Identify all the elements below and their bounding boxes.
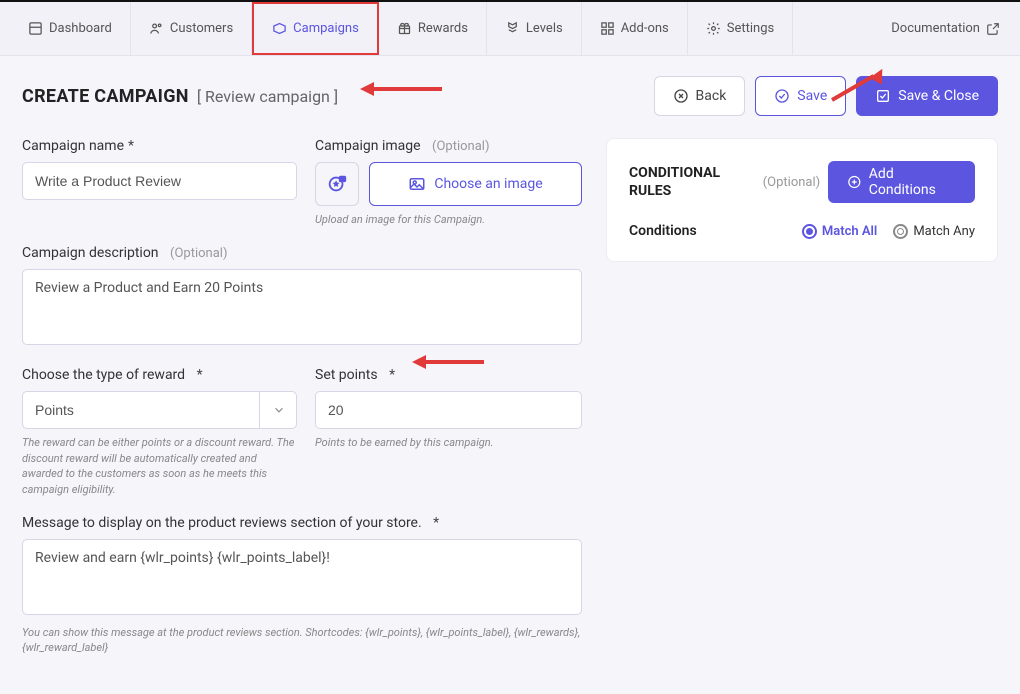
settings-icon — [706, 21, 721, 36]
nav-label: Campaigns — [293, 21, 359, 36]
customers-icon — [149, 21, 164, 36]
addons-icon — [600, 21, 615, 36]
match-all-radio[interactable]: Match All — [802, 224, 877, 239]
nav-label: Settings — [727, 21, 774, 36]
message-label: Message to display on the product review… — [22, 515, 582, 531]
add-conditions-label: Add Conditions — [869, 166, 956, 198]
campaigns-icon — [272, 21, 287, 36]
rewards-icon — [397, 21, 412, 36]
conditions-title: CONDITIONAL RULES — [629, 164, 755, 200]
external-link-icon — [986, 22, 1000, 36]
match-all-label: Match All — [822, 224, 877, 239]
match-any-label: Match Any — [913, 224, 975, 239]
check-circle-icon — [774, 88, 790, 104]
nav-addons[interactable]: Add-ons — [582, 2, 688, 55]
nav-campaigns[interactable]: Campaigns — [252, 2, 379, 55]
add-conditions-button[interactable]: Add Conditions — [828, 161, 975, 203]
conditions-optional: (Optional) — [763, 175, 820, 190]
nav-label: Levels — [526, 21, 563, 36]
reward-type-label: Choose the type of reward * — [22, 367, 297, 383]
points-label: Set points * — [315, 367, 582, 383]
nav-customers[interactable]: Customers — [131, 2, 252, 55]
campaign-name-input[interactable] — [22, 162, 297, 200]
nav-dashboard[interactable]: Dashboard — [10, 2, 131, 55]
points-hint: Points to be earned by this campaign. — [315, 435, 582, 450]
star-badge-icon — [326, 173, 348, 195]
conditions-label: Conditions — [629, 223, 697, 239]
nav-doc-label: Documentation — [891, 21, 980, 36]
nav-levels[interactable]: Levels — [487, 2, 582, 55]
choose-image-label: Choose an image — [434, 176, 542, 192]
campaign-desc-input[interactable]: Review a Product and Earn 20 Points — [22, 269, 582, 345]
nav-label: Add-ons — [621, 21, 669, 36]
reward-type-hint: The reward can be either points or a dis… — [22, 435, 297, 497]
reward-type-select[interactable] — [22, 391, 297, 429]
top-nav: Dashboard Customers Campaigns Rewards Le… — [0, 0, 1020, 56]
nav-settings[interactable]: Settings — [688, 2, 793, 55]
image-icon — [408, 175, 426, 193]
save-close-label: Save & Close — [898, 88, 979, 104]
image-label: Campaign image (Optional) — [315, 138, 582, 154]
levels-icon — [505, 21, 520, 36]
nav-label: Dashboard — [49, 21, 112, 36]
plus-circle-icon — [847, 174, 862, 190]
nav-rewards[interactable]: Rewards — [379, 2, 487, 55]
image-thumb — [315, 162, 359, 206]
message-input[interactable]: Review and earn {wlr_points} {wlr_points… — [22, 539, 582, 615]
dashboard-icon — [28, 21, 43, 36]
conditions-panel: CONDITIONAL RULES (Optional) Add Conditi… — [606, 138, 998, 262]
save-label: Save — [797, 88, 827, 104]
name-label: Campaign name* — [22, 138, 297, 154]
back-label: Back — [696, 88, 727, 104]
points-input[interactable] — [315, 391, 582, 429]
nav-label: Rewards — [418, 21, 468, 36]
page-title: CREATE CAMPAIGN — [22, 86, 189, 107]
back-button[interactable]: Back — [654, 76, 746, 116]
close-circle-icon — [673, 88, 689, 104]
choose-image-button[interactable]: Choose an image — [369, 162, 582, 206]
nav-label: Customers — [170, 21, 233, 36]
save-button[interactable]: Save — [755, 76, 846, 116]
image-hint: Upload an image for this Campaign. — [315, 212, 582, 227]
page-subtitle: [ Review campaign ] — [197, 87, 338, 106]
save-close-button[interactable]: Save & Close — [856, 76, 998, 116]
match-any-radio[interactable]: Match Any — [893, 224, 975, 239]
nav-documentation[interactable]: Documentation — [881, 2, 1010, 55]
desc-label: Campaign description (Optional) — [22, 245, 582, 261]
save-icon — [875, 88, 891, 104]
